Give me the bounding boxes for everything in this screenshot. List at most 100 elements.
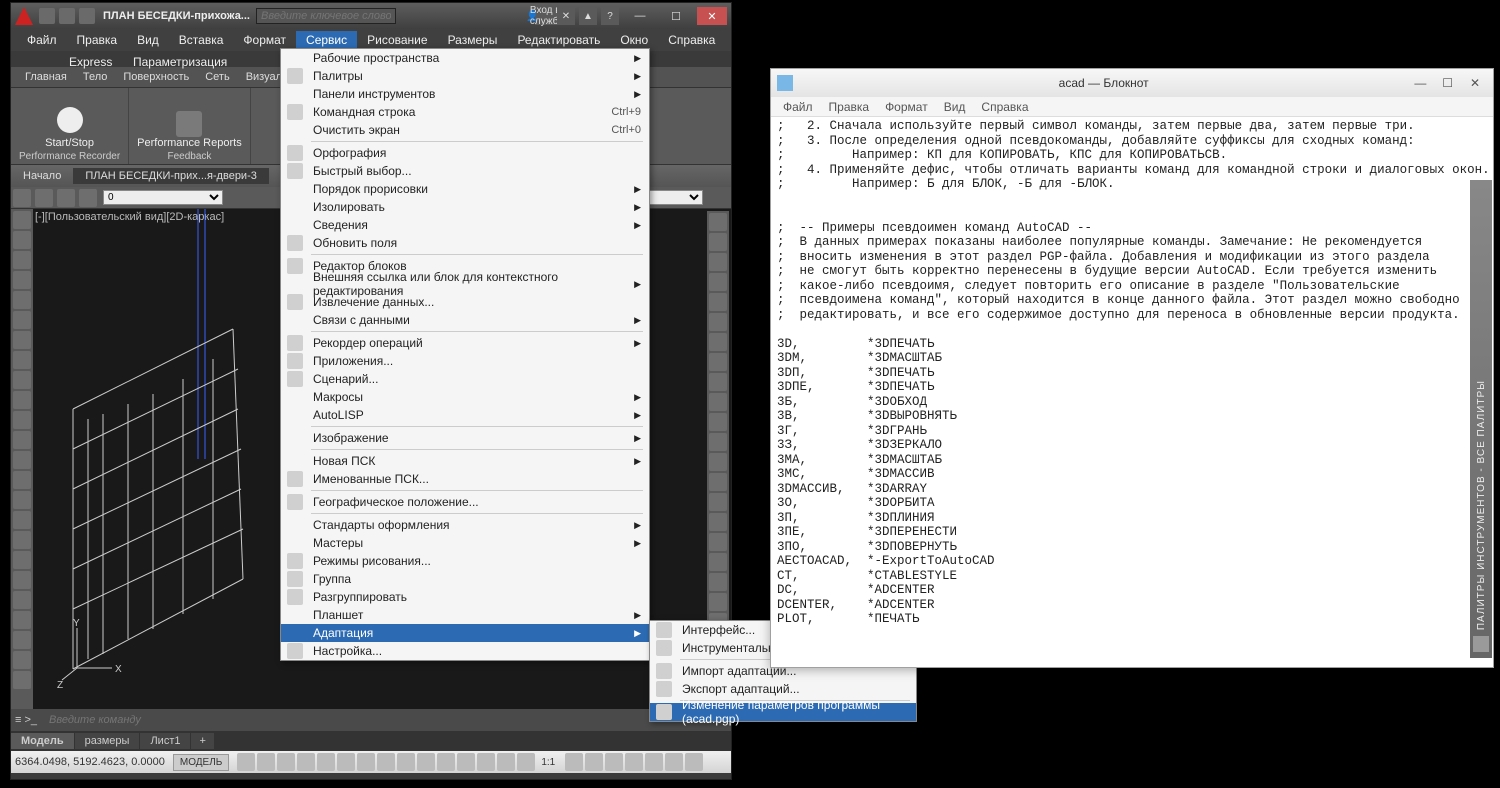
tool-icon[interactable] xyxy=(709,533,727,551)
status-icon[interactable] xyxy=(497,753,515,771)
tool-icon[interactable] xyxy=(13,391,31,409)
menu-item[interactable]: Обновить поля xyxy=(281,234,649,252)
status-icon[interactable] xyxy=(297,753,315,771)
toolbar-icon[interactable] xyxy=(79,189,97,207)
menu-item[interactable]: Новая ПСК▶ xyxy=(281,452,649,470)
menu-dim[interactable]: Размеры xyxy=(438,31,508,49)
tool-icon[interactable] xyxy=(709,433,727,451)
cloud-icon[interactable]: ▲ xyxy=(579,7,597,25)
menu-insert[interactable]: Вставка xyxy=(169,31,234,49)
tool-icon[interactable] xyxy=(13,591,31,609)
status-icon[interactable] xyxy=(257,753,275,771)
status-icon[interactable] xyxy=(337,753,355,771)
tool-icon[interactable] xyxy=(709,493,727,511)
autocad-logo-icon[interactable] xyxy=(15,7,33,25)
tool-palettes-panel[interactable]: ПАЛИТРЫ ИНСТРУМЕНТОВ - ВСЕ ПАЛИТРЫ xyxy=(1470,180,1492,658)
cmd-prefix-icon[interactable]: ≡ >_ xyxy=(15,714,45,726)
status-icon[interactable] xyxy=(625,753,643,771)
drawing-tab[interactable]: ПЛАН БЕСЕДКИ-прих...я-двери-3 xyxy=(73,168,269,184)
status-icon[interactable] xyxy=(397,753,415,771)
express-menu[interactable]: Express xyxy=(59,53,122,71)
menu-item[interactable]: Внешняя ссылка или блок для контекстного… xyxy=(281,275,649,293)
menu-item[interactable]: Приложения... xyxy=(281,352,649,370)
tool-icon[interactable] xyxy=(13,651,31,669)
menu-item[interactable]: Настройка... xyxy=(281,642,649,660)
menu-item[interactable]: Стандарты оформления▶ xyxy=(281,516,649,534)
tool-icon[interactable] xyxy=(709,473,727,491)
tool-icon[interactable] xyxy=(13,331,31,349)
tab-solid[interactable]: Тело xyxy=(75,69,116,85)
command-input[interactable] xyxy=(45,714,727,726)
menu-item[interactable]: Панели инструментов▶ xyxy=(281,85,649,103)
menu-item[interactable]: Макросы▶ xyxy=(281,388,649,406)
menu-item[interactable]: Режимы рисования... xyxy=(281,552,649,570)
menu-edit[interactable]: Правка xyxy=(67,31,128,49)
submenu-item[interactable]: Экспорт адаптаций... xyxy=(650,680,916,698)
perf-reports-button[interactable]: Performance Reports xyxy=(137,111,242,149)
status-icon[interactable] xyxy=(457,753,475,771)
status-icon[interactable] xyxy=(437,753,455,771)
tool-icon[interactable] xyxy=(13,631,31,649)
minimize-button[interactable] xyxy=(625,7,655,25)
menu-item[interactable]: Разгруппировать xyxy=(281,588,649,606)
minimize-button[interactable]: — xyxy=(1408,74,1432,92)
tab-model[interactable]: Модель xyxy=(11,733,74,749)
qat-icon[interactable] xyxy=(39,8,55,24)
tool-icon[interactable] xyxy=(709,233,727,251)
menu-item[interactable]: Именованные ПСК... xyxy=(281,470,649,488)
status-icon[interactable] xyxy=(277,753,295,771)
tool-icon[interactable] xyxy=(13,671,31,689)
start-tab[interactable]: Начало xyxy=(11,168,73,184)
tool-icon[interactable] xyxy=(709,273,727,291)
param-menu[interactable]: Параметризация xyxy=(123,53,237,71)
tool-icon[interactable] xyxy=(13,271,31,289)
status-icon[interactable] xyxy=(685,753,703,771)
tool-icon[interactable] xyxy=(13,611,31,629)
scale-label[interactable]: 1:1 xyxy=(541,757,555,768)
status-icon[interactable] xyxy=(565,753,583,771)
menu-item[interactable]: Рабочие пространства▶ xyxy=(281,49,649,67)
tool-icon[interactable] xyxy=(13,511,31,529)
status-icon[interactable] xyxy=(317,753,335,771)
tool-icon[interactable] xyxy=(13,431,31,449)
menu-item[interactable]: AutoLISP▶ xyxy=(281,406,649,424)
tool-icon[interactable] xyxy=(709,253,727,271)
add-tab-button[interactable]: + xyxy=(191,733,213,749)
menu-view[interactable]: Вид xyxy=(127,31,169,49)
menu-file[interactable]: Файл xyxy=(17,31,67,49)
tool-icon[interactable] xyxy=(13,411,31,429)
tool-icon[interactable] xyxy=(13,371,31,389)
toolbar-icon[interactable] xyxy=(57,189,75,207)
toolbar-icon[interactable] xyxy=(35,189,53,207)
submenu-item[interactable]: Изменение параметров программы (acad.pgp… xyxy=(650,703,916,721)
menu-item[interactable]: Связи с данными▶ xyxy=(281,311,649,329)
close-button[interactable]: ✕ xyxy=(1463,74,1487,92)
tab-sheet1[interactable]: Лист1 xyxy=(140,733,190,749)
menu-modify[interactable]: Редактировать xyxy=(507,31,610,49)
menu-item[interactable]: Изображение▶ xyxy=(281,429,649,447)
status-icon[interactable] xyxy=(477,753,495,771)
menu-item[interactable]: Палитры▶ xyxy=(281,67,649,85)
palette-menu-icon[interactable] xyxy=(1473,636,1489,652)
menu-item[interactable]: Извлечение данных... xyxy=(281,293,649,311)
notepad-text-area[interactable]: ; 2. Сначала используйте первый символ к… xyxy=(771,117,1493,667)
tool-icon[interactable] xyxy=(709,453,727,471)
layer-select[interactable]: 0 xyxy=(103,190,223,205)
tool-icon[interactable] xyxy=(709,333,727,351)
tool-icon[interactable] xyxy=(13,231,31,249)
tool-icon[interactable] xyxy=(13,471,31,489)
search-input[interactable] xyxy=(256,8,396,24)
tool-icon[interactable] xyxy=(709,293,727,311)
tool-icon[interactable] xyxy=(13,451,31,469)
tool-icon[interactable] xyxy=(13,491,31,509)
np-menu-file[interactable]: Файл xyxy=(775,100,821,114)
np-menu-view[interactable]: Вид xyxy=(936,100,974,114)
status-icon[interactable] xyxy=(665,753,683,771)
qat-icon[interactable] xyxy=(79,8,95,24)
status-icon[interactable] xyxy=(377,753,395,771)
menu-window[interactable]: Окно xyxy=(610,31,658,49)
np-menu-help[interactable]: Справка xyxy=(973,100,1036,114)
help-icon[interactable]: ? xyxy=(601,7,619,25)
np-menu-format[interactable]: Формат xyxy=(877,100,936,114)
menu-item[interactable]: Мастеры▶ xyxy=(281,534,649,552)
